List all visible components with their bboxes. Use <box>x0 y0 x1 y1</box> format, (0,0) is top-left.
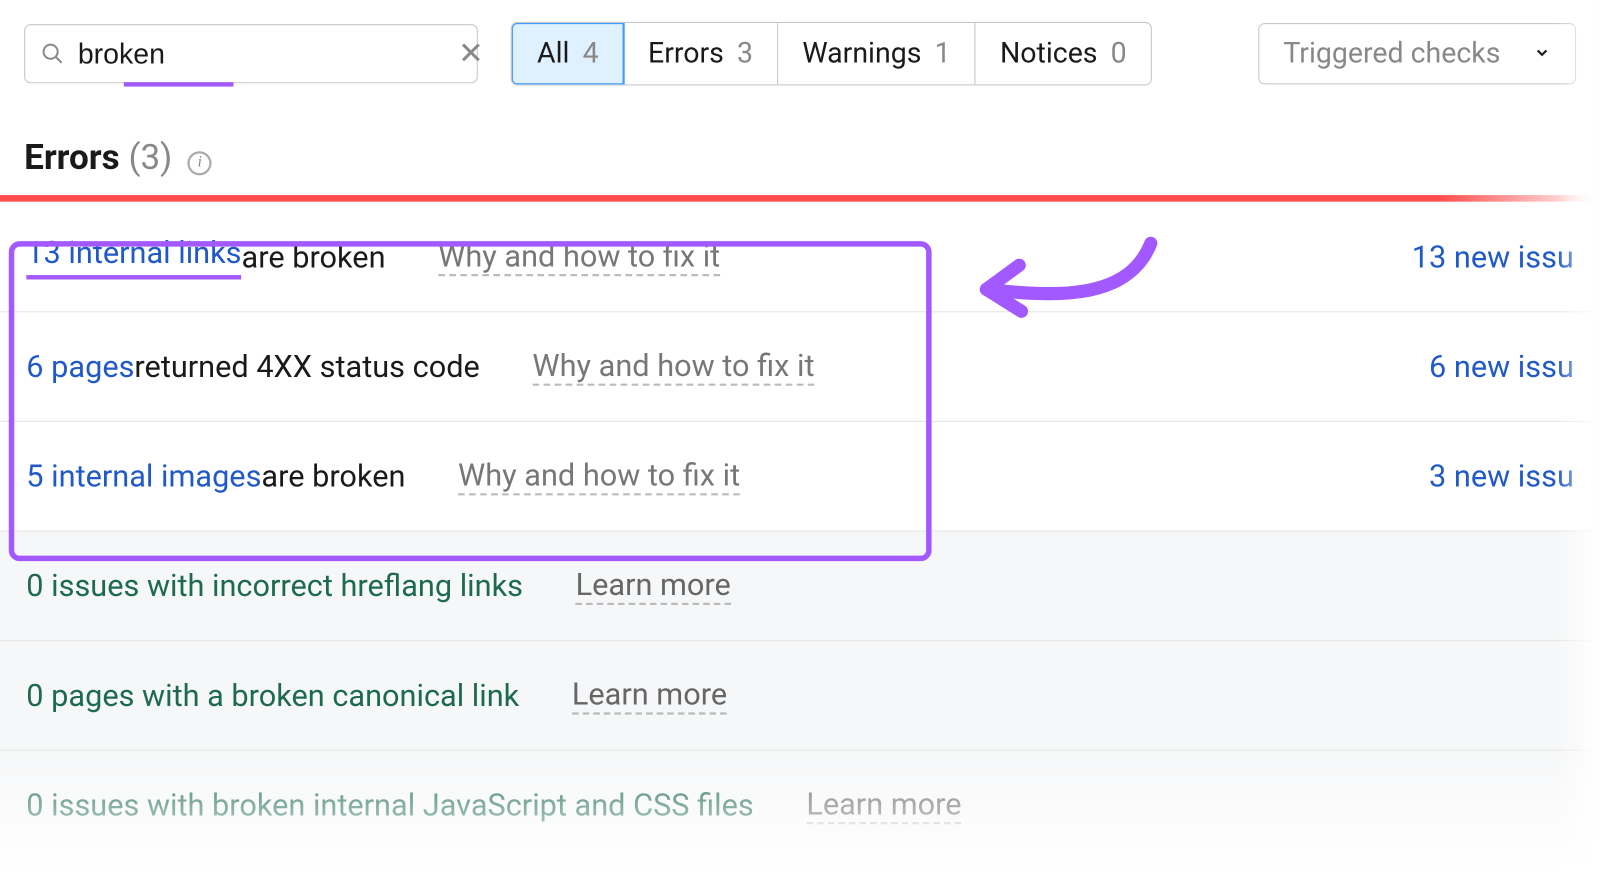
filter-tabs: All 4 Errors 3 Warnings 1 Notices 0 <box>511 22 1152 86</box>
clear-icon[interactable]: ✕ <box>458 38 484 69</box>
section-count: (3) <box>128 136 172 178</box>
resolved-row[interactable]: 0 issues with incorrect hreflang links L… <box>0 530 1600 640</box>
resolved-text: 0 issues with broken internal JavaScript… <box>26 787 753 823</box>
tab-errors[interactable]: Errors 3 <box>624 23 778 84</box>
learn-more-link[interactable]: Learn more <box>572 676 727 714</box>
tab-all[interactable]: All 4 <box>511 22 625 86</box>
resolved-text: 0 pages with a broken canonical link <box>26 677 519 713</box>
issue-new-count[interactable]: 3 new issu <box>1429 458 1574 494</box>
issue-text: are broken <box>242 238 386 274</box>
tab-warnings-count: 1 <box>935 37 951 70</box>
tab-warnings[interactable]: Warnings 1 <box>778 23 976 84</box>
tab-all-count: 4 <box>583 37 599 70</box>
issue-link[interactable]: 5 internal images <box>26 458 261 494</box>
tab-warnings-label: Warnings <box>802 37 921 70</box>
issue-link[interactable]: 13 internal links <box>26 234 241 279</box>
learn-more-link[interactable]: Learn more <box>576 567 731 605</box>
issue-new-count[interactable]: 13 new issu <box>1412 238 1574 274</box>
learn-more-link[interactable]: Learn more <box>806 786 961 824</box>
section-header: Errors (3) i <box>0 99 1600 195</box>
info-icon[interactable]: i <box>188 151 212 175</box>
issue-row[interactable]: 13 internal links are broken Why and how… <box>0 202 1600 312</box>
resolved-text: 0 issues with incorrect hreflang links <box>26 568 523 604</box>
search-highlight-underline <box>124 82 234 86</box>
issue-help-link[interactable]: Why and how to fix it <box>438 237 720 275</box>
toolbar: ✕ All 4 Errors 3 Warnings 1 Notices 0 Tr… <box>0 0 1600 99</box>
issue-row[interactable]: 5 internal images are broken Why and how… <box>0 421 1600 531</box>
tab-errors-count: 3 <box>737 37 753 70</box>
search-icon <box>41 42 65 66</box>
triggered-checks-dropdown[interactable]: Triggered checks <box>1258 23 1576 84</box>
resolved-row[interactable]: 0 issues with broken internal JavaScript… <box>0 750 1600 860</box>
section-title: Errors <box>24 136 120 178</box>
chevron-down-icon <box>1533 41 1551 67</box>
issue-help-link[interactable]: Why and how to fix it <box>458 457 740 495</box>
triggered-checks-label: Triggered checks <box>1283 37 1500 70</box>
resolved-row[interactable]: 0 pages with a broken canonical link Lea… <box>0 640 1600 750</box>
search-box[interactable]: ✕ <box>24 24 478 83</box>
tab-all-label: All <box>537 37 569 70</box>
issue-row[interactable]: 6 pages returned 4XX status code Why and… <box>0 311 1600 421</box>
tab-notices-count: 0 <box>1111 37 1127 70</box>
tab-notices[interactable]: Notices 0 <box>976 23 1151 84</box>
issue-new-count[interactable]: 6 new issu <box>1429 349 1574 385</box>
issue-link[interactable]: 6 pages <box>26 349 134 385</box>
tab-notices-label: Notices <box>1000 37 1098 70</box>
search-input[interactable] <box>78 37 445 71</box>
issue-help-link[interactable]: Why and how to fix it <box>532 347 814 385</box>
issue-text: returned 4XX status code <box>134 349 479 385</box>
tab-errors-label: Errors <box>648 37 724 70</box>
issue-text: are broken <box>261 458 405 494</box>
issue-list: 13 internal links are broken Why and how… <box>0 202 1600 860</box>
